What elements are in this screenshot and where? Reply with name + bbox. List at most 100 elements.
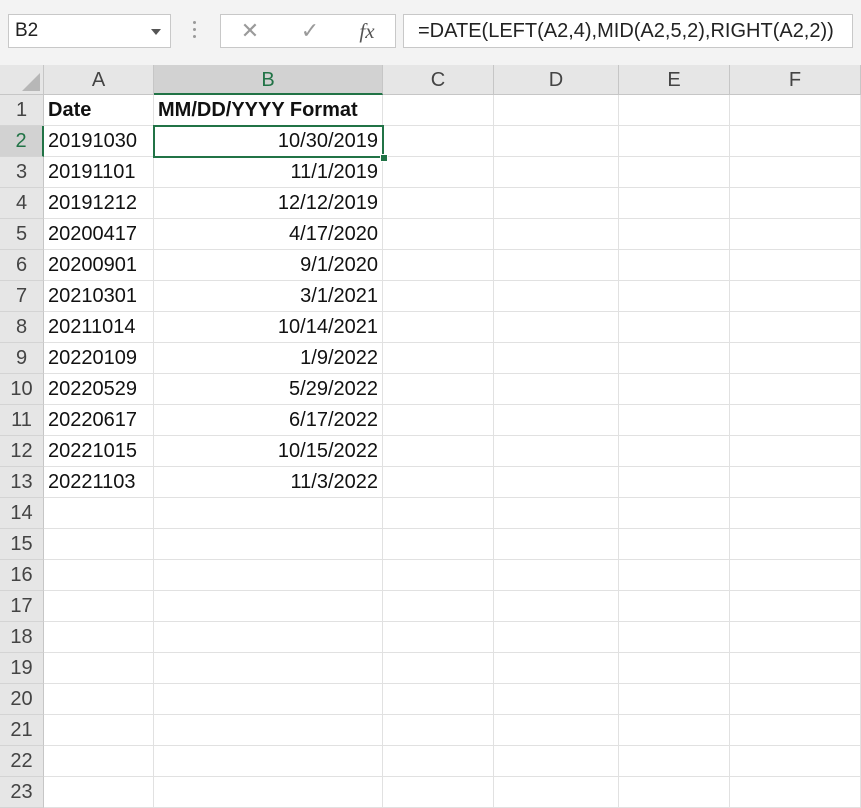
- cell-b12[interactable]: 10/15/2022: [154, 436, 383, 467]
- cell-e16[interactable]: [619, 560, 730, 591]
- row-header-8[interactable]: 8: [0, 312, 44, 343]
- cell-d23[interactable]: [494, 777, 619, 808]
- cell-c13[interactable]: [383, 467, 494, 498]
- name-box-value[interactable]: B2: [15, 20, 38, 42]
- cell-b21[interactable]: [154, 715, 383, 746]
- cell-b17[interactable]: [154, 591, 383, 622]
- name-box[interactable]: B2: [8, 14, 171, 48]
- cell-f10[interactable]: [730, 374, 861, 405]
- cell-b3[interactable]: 11/1/2019: [154, 157, 383, 188]
- cell-a17[interactable]: [44, 591, 154, 622]
- row-header-11[interactable]: 11: [0, 405, 44, 436]
- cell-e11[interactable]: [619, 405, 730, 436]
- row-header-10[interactable]: 10: [0, 374, 44, 405]
- cell-a16[interactable]: [44, 560, 154, 591]
- cell-b10[interactable]: 5/29/2022: [154, 374, 383, 405]
- cell-f5[interactable]: [730, 219, 861, 250]
- cell-a12[interactable]: 20221015: [44, 436, 154, 467]
- cell-a5[interactable]: 20200417: [44, 219, 154, 250]
- cell-b20[interactable]: [154, 684, 383, 715]
- row-header-5[interactable]: 5: [0, 219, 44, 250]
- cell-d4[interactable]: [494, 188, 619, 219]
- cell-f19[interactable]: [730, 653, 861, 684]
- cell-c14[interactable]: [383, 498, 494, 529]
- cell-e12[interactable]: [619, 436, 730, 467]
- cell-a1[interactable]: Date: [44, 95, 154, 126]
- cell-a3[interactable]: 20191101: [44, 157, 154, 188]
- cell-c23[interactable]: [383, 777, 494, 808]
- cell-f21[interactable]: [730, 715, 861, 746]
- cell-a21[interactable]: [44, 715, 154, 746]
- cell-b22[interactable]: [154, 746, 383, 777]
- cell-e3[interactable]: [619, 157, 730, 188]
- row-header-2[interactable]: 2: [0, 126, 44, 157]
- cell-b9[interactable]: 1/9/2022: [154, 343, 383, 374]
- cell-d1[interactable]: [494, 95, 619, 126]
- cell-f23[interactable]: [730, 777, 861, 808]
- row-header-20[interactable]: 20: [0, 684, 44, 715]
- cell-f1[interactable]: [730, 95, 861, 126]
- cell-a10[interactable]: 20220529: [44, 374, 154, 405]
- cell-d10[interactable]: [494, 374, 619, 405]
- cell-c10[interactable]: [383, 374, 494, 405]
- cell-c6[interactable]: [383, 250, 494, 281]
- cell-c2[interactable]: [383, 126, 494, 157]
- cell-f16[interactable]: [730, 560, 861, 591]
- cell-b5[interactable]: 4/17/2020: [154, 219, 383, 250]
- cell-a7[interactable]: 20210301: [44, 281, 154, 312]
- cell-f22[interactable]: [730, 746, 861, 777]
- cell-b8[interactable]: 10/14/2021: [154, 312, 383, 343]
- row-header-6[interactable]: 6: [0, 250, 44, 281]
- cell-d17[interactable]: [494, 591, 619, 622]
- cell-f13[interactable]: [730, 467, 861, 498]
- cell-c1[interactable]: [383, 95, 494, 126]
- row-header-17[interactable]: 17: [0, 591, 44, 622]
- cell-d13[interactable]: [494, 467, 619, 498]
- row-header-13[interactable]: 13: [0, 467, 44, 498]
- close-icon[interactable]: ✕: [230, 15, 270, 47]
- cell-e13[interactable]: [619, 467, 730, 498]
- cell-a11[interactable]: 20220617: [44, 405, 154, 436]
- cell-e20[interactable]: [619, 684, 730, 715]
- cell-c3[interactable]: [383, 157, 494, 188]
- cell-e19[interactable]: [619, 653, 730, 684]
- cell-f11[interactable]: [730, 405, 861, 436]
- formula-input[interactable]: =DATE(LEFT(A2,4),MID(A2,5,2),RIGHT(A2,2)…: [403, 14, 853, 48]
- cell-e4[interactable]: [619, 188, 730, 219]
- row-header-19[interactable]: 19: [0, 653, 44, 684]
- cell-c4[interactable]: [383, 188, 494, 219]
- cell-d5[interactable]: [494, 219, 619, 250]
- cell-d9[interactable]: [494, 343, 619, 374]
- cell-b16[interactable]: [154, 560, 383, 591]
- row-header-23[interactable]: 23: [0, 777, 44, 808]
- cell-d7[interactable]: [494, 281, 619, 312]
- cell-f18[interactable]: [730, 622, 861, 653]
- checkmark-icon[interactable]: ✓: [290, 15, 330, 47]
- cell-c11[interactable]: [383, 405, 494, 436]
- cell-b19[interactable]: [154, 653, 383, 684]
- cell-d8[interactable]: [494, 312, 619, 343]
- cell-e15[interactable]: [619, 529, 730, 560]
- cell-d16[interactable]: [494, 560, 619, 591]
- cell-a18[interactable]: [44, 622, 154, 653]
- fill-handle[interactable]: [380, 154, 388, 162]
- row-header-9[interactable]: 9: [0, 343, 44, 374]
- cell-d21[interactable]: [494, 715, 619, 746]
- cell-e5[interactable]: [619, 219, 730, 250]
- cell-f4[interactable]: [730, 188, 861, 219]
- cell-e8[interactable]: [619, 312, 730, 343]
- row-header-7[interactable]: 7: [0, 281, 44, 312]
- cell-a2[interactable]: 20191030: [44, 126, 154, 157]
- cell-c20[interactable]: [383, 684, 494, 715]
- cell-a13[interactable]: 20221103: [44, 467, 154, 498]
- cell-a6[interactable]: 20200901: [44, 250, 154, 281]
- cell-f6[interactable]: [730, 250, 861, 281]
- cell-a9[interactable]: 20220109: [44, 343, 154, 374]
- cell-c15[interactable]: [383, 529, 494, 560]
- cell-e14[interactable]: [619, 498, 730, 529]
- row-header-18[interactable]: 18: [0, 622, 44, 653]
- cell-f9[interactable]: [730, 343, 861, 374]
- row-header-16[interactable]: 16: [0, 560, 44, 591]
- cell-a23[interactable]: [44, 777, 154, 808]
- cell-b11[interactable]: 6/17/2022: [154, 405, 383, 436]
